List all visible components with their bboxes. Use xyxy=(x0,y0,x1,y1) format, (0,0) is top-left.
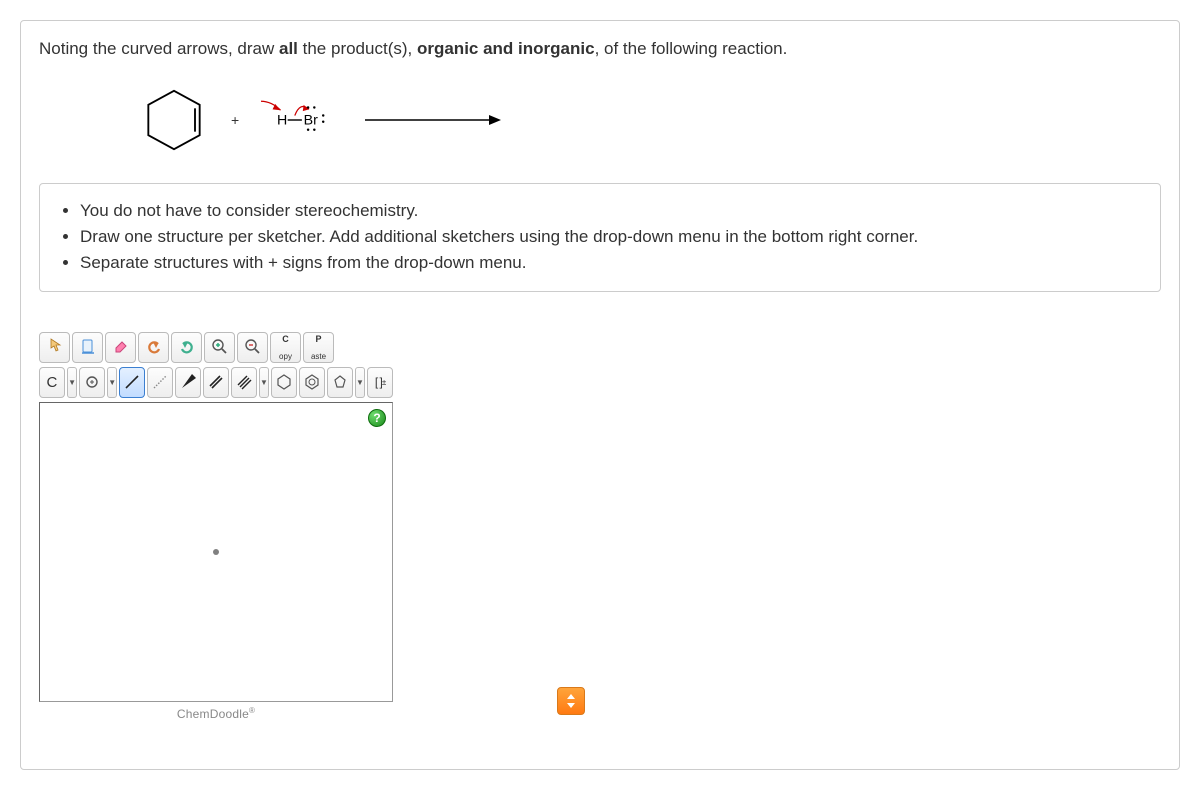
prompt-text-3: , of the following reaction. xyxy=(595,39,788,58)
instruction-2: Draw one structure per sketcher. Add add… xyxy=(80,224,1142,250)
paste-button[interactable]: P aste xyxy=(303,332,334,363)
add-atom-tool[interactable] xyxy=(79,367,105,398)
instruction-3: Separate structures with + signs from th… xyxy=(80,250,1142,276)
single-bond-tool[interactable] xyxy=(119,367,145,398)
toolbar-row-2: C ▼ ▼ xyxy=(39,367,393,398)
bond-dropdown[interactable]: ▼ xyxy=(259,367,269,398)
element-button[interactable]: C xyxy=(39,367,65,398)
help-button[interactable]: ? xyxy=(368,409,386,427)
element-dropdown[interactable]: ▼ xyxy=(67,367,77,398)
reactant-cyclohexene xyxy=(139,85,209,155)
reaction-scheme: + H Br xyxy=(139,85,1161,155)
clear-tool[interactable] xyxy=(72,332,103,363)
undo-button[interactable] xyxy=(138,332,169,363)
move-tool[interactable] xyxy=(39,332,70,363)
chemdoodle-brand: ChemDoodle® xyxy=(39,706,393,721)
atom-br: Br xyxy=(304,112,318,128)
prompt-text-2: the product(s), xyxy=(298,39,417,58)
reagent-hbr: H Br xyxy=(261,95,341,145)
zoom-out-button[interactable] xyxy=(237,332,268,363)
triple-bond-tool[interactable] xyxy=(231,367,257,398)
question-container: Noting the curved arrows, draw all the p… xyxy=(20,20,1180,770)
ring-tool[interactable] xyxy=(327,367,353,398)
erase-tool[interactable] xyxy=(105,332,136,363)
copy-button[interactable]: C opy xyxy=(270,332,301,363)
plus-sign: + xyxy=(231,112,239,128)
updown-caret-icon xyxy=(564,693,578,709)
atom-h: H xyxy=(277,112,287,128)
instruction-1: You do not have to consider stereochemis… xyxy=(80,198,1142,224)
recessed-bond-tool[interactable] xyxy=(147,367,173,398)
reaction-arrow xyxy=(363,110,503,130)
double-bond-tool[interactable] xyxy=(203,367,229,398)
sketcher-canvas[interactable]: ? xyxy=(39,402,393,702)
redo-button[interactable] xyxy=(171,332,202,363)
toolbar-row-1: C opy P aste xyxy=(39,332,393,363)
wedge-bond-tool[interactable] xyxy=(175,367,201,398)
question-prompt: Noting the curved arrows, draw all the p… xyxy=(39,37,1161,61)
ring-dropdown[interactable]: ▼ xyxy=(355,367,365,398)
charge-tool[interactable]: [ ]± xyxy=(367,367,393,398)
placeholder-atom[interactable] xyxy=(213,549,219,555)
prompt-text-1: Noting the curved arrows, draw xyxy=(39,39,279,58)
zoom-in-button[interactable] xyxy=(204,332,235,363)
instructions-box: You do not have to consider stereochemis… xyxy=(39,183,1161,292)
atom-dropdown[interactable]: ▼ xyxy=(107,367,117,398)
benzene-tool[interactable] xyxy=(299,367,325,398)
chemdoodle-sketcher: C opy P aste C ▼ ▼ xyxy=(39,332,393,721)
cyclohexane-tool[interactable] xyxy=(271,367,297,398)
prompt-bold-all: all xyxy=(279,39,298,58)
prompt-bold-org: organic and inorganic xyxy=(417,39,595,58)
sketcher-area: C opy P aste C ▼ ▼ xyxy=(39,332,1161,721)
add-sketcher-button[interactable] xyxy=(557,687,585,715)
